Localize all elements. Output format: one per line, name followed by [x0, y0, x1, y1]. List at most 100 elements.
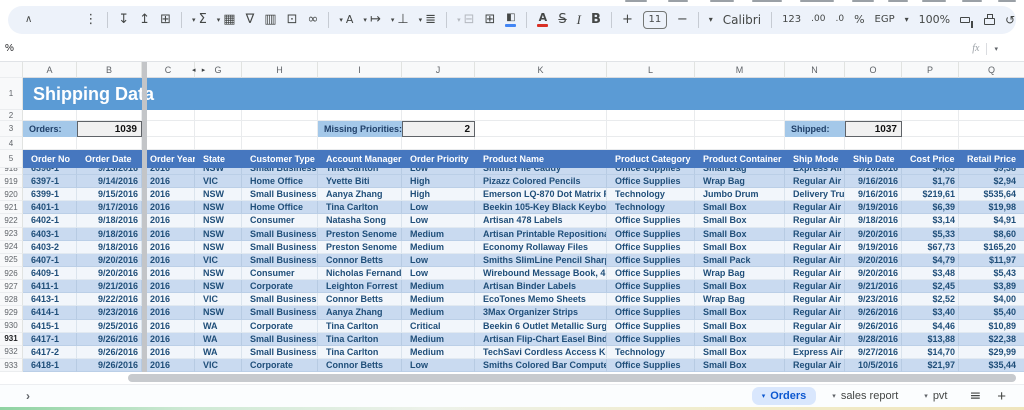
cell-O931[interactable]: 9/28/2016	[845, 332, 902, 346]
table-column-header-L[interactable]: Product Category	[607, 150, 695, 168]
cell-C933[interactable]: 2016	[142, 358, 195, 372]
row-number[interactable]: 921	[0, 201, 23, 215]
paint-format-button[interactable]	[960, 16, 974, 28]
cell-O4[interactable]	[845, 137, 902, 150]
cell-C2[interactable]	[142, 110, 195, 121]
cell-H926[interactable]: Consumer	[242, 266, 318, 281]
cell-M925[interactable]: Small Pack	[695, 253, 785, 267]
expand-panel-icon[interactable]: ›	[26, 389, 30, 403]
cell-P920[interactable]: $219,61	[902, 188, 959, 202]
cell-Q922[interactable]: $4,91	[959, 214, 1024, 228]
cell-M921[interactable]: Small Box	[695, 201, 785, 215]
cell-L923[interactable]: Office Supplies	[607, 227, 695, 241]
percent-format-button[interactable]: %	[854, 14, 864, 25]
cell-M923[interactable]: Small Box	[695, 227, 785, 241]
cell-A918[interactable]: 6396-1	[23, 168, 77, 175]
cell-K921[interactable]: Beekin 105-Key Black Keyboard	[475, 201, 607, 215]
cell-L4[interactable]	[607, 137, 695, 150]
cell-M3[interactable]	[695, 121, 785, 137]
frozen-pane-divider[interactable]	[142, 62, 147, 372]
cell-N918[interactable]: Express Air	[785, 168, 845, 175]
cell-L925[interactable]: Office Supplies	[607, 253, 695, 267]
cell-Q918[interactable]: $9,38	[959, 168, 1024, 175]
cell-B4[interactable]	[77, 137, 142, 150]
column-header-Q[interactable]: Q	[959, 62, 1024, 78]
merge-table-button[interactable]: ⊞	[160, 13, 171, 26]
cell-M927[interactable]: Small Box	[695, 280, 785, 294]
bold-button[interactable]: B	[591, 13, 601, 26]
cell-K931[interactable]: Artisan Flip-Chart Easel Binder,	[475, 332, 607, 346]
cell-J921[interactable]: Low	[402, 201, 475, 215]
row-number[interactable]: 1	[0, 78, 23, 110]
horizontal-align-button[interactable]: ▾ ≣	[419, 13, 436, 26]
cell-O921[interactable]: 9/19/2016	[845, 201, 902, 215]
cell-M924[interactable]: Small Box	[695, 240, 785, 254]
cell-K922[interactable]: Artisan 478 Labels	[475, 214, 607, 228]
font-size-value[interactable]: 11	[642, 10, 667, 29]
cell-A925[interactable]: 6407-1	[23, 253, 77, 267]
cell-O927[interactable]: 9/21/2016	[845, 280, 902, 294]
cell-K932[interactable]: TechSavi Cordless Access Keyboa	[475, 345, 607, 359]
cell-G2[interactable]	[195, 110, 242, 121]
cell-H4[interactable]	[242, 137, 318, 150]
sheet-title-cell[interactable]: Shipping Data	[23, 78, 1024, 110]
cell-A923[interactable]: 6403-1	[23, 227, 77, 241]
table-column-header-B[interactable]: Order Date	[77, 150, 142, 168]
cell-N931[interactable]: Regular Air	[785, 332, 845, 346]
sheet-tab-menu-caret[interactable]: ▾	[924, 392, 928, 400]
cell-L3[interactable]	[607, 121, 695, 137]
cell-Q932[interactable]: $29,99	[959, 346, 1024, 359]
row-number[interactable]: 926	[0, 266, 23, 281]
cell-H922[interactable]: Consumer	[242, 214, 318, 228]
cell-I930[interactable]: Tina Carlton	[318, 319, 402, 333]
horizontal-scrollbar-thumb[interactable]	[128, 374, 1016, 382]
cell-I923[interactable]: Preston Senome	[318, 227, 402, 241]
toolbar-collapse-button[interactable]: ∧	[25, 14, 32, 25]
cell-I931[interactable]: Tina Carlton	[318, 332, 402, 346]
cell-K929[interactable]: 3Max Organizer Strips	[475, 306, 607, 320]
cell-G923[interactable]: NSW	[195, 227, 242, 241]
table-column-header-C[interactable]: Order Year	[142, 150, 195, 168]
decrease-decimal-button[interactable]: .00	[811, 15, 825, 24]
column-header-H[interactable]: H	[242, 62, 318, 78]
cell-A2[interactable]	[23, 110, 77, 121]
cell-B2[interactable]	[77, 110, 142, 121]
cell-C919[interactable]: 2016	[142, 175, 195, 189]
cell-Q4[interactable]	[959, 137, 1024, 150]
select-all-corner[interactable]	[0, 62, 23, 78]
cell-I927[interactable]: Leighton Forrest	[318, 280, 402, 294]
cell-G930[interactable]: WA	[195, 319, 242, 333]
cell-N4[interactable]	[785, 137, 845, 150]
cell-M928[interactable]: Wrap Bag	[695, 293, 785, 307]
cell-K919[interactable]: Pizazz Colored Pencils	[475, 175, 607, 189]
cell-J932[interactable]: Medium	[402, 345, 475, 359]
summary-value-O[interactable]: 1037	[845, 121, 902, 137]
cell-B922[interactable]: 9/18/2016	[77, 214, 142, 228]
cell-O930[interactable]: 9/26/2016	[845, 319, 902, 333]
cell-B924[interactable]: 9/18/2016	[77, 240, 142, 254]
cell-Q927[interactable]: $3,89	[959, 280, 1024, 294]
cell-G919[interactable]: VIC	[195, 175, 242, 189]
cell-P919[interactable]: $1,76	[902, 175, 959, 189]
table-menu-button[interactable]: ▾ ▦	[217, 13, 236, 26]
table-column-header-G[interactable]: State	[195, 150, 242, 168]
merge-cells-button-caret[interactable]: ▾	[457, 16, 461, 24]
table-column-header-P[interactable]: Cost Price	[902, 150, 959, 168]
cell-J919[interactable]: High	[402, 175, 475, 189]
font-color-menu-button[interactable]: ▾ A	[339, 14, 353, 25]
cell-B928[interactable]: 9/22/2016	[77, 293, 142, 307]
cell-Q928[interactable]: $4,00	[959, 293, 1024, 307]
cell-M920[interactable]: Jumbo Drum	[695, 188, 785, 202]
cell-M922[interactable]: Small Box	[695, 214, 785, 228]
cell-C4[interactable]	[142, 137, 195, 150]
cell-G922[interactable]: NSW	[195, 214, 242, 228]
cell-N930[interactable]: Regular Air	[785, 319, 845, 333]
font-family-selector[interactable]: Calibri	[723, 14, 761, 26]
row-number[interactable]: 4	[0, 137, 23, 150]
cell-O926[interactable]: 9/20/2016	[845, 266, 902, 281]
cell-K4[interactable]	[475, 137, 607, 150]
currency-format-button[interactable]: EGP	[875, 14, 895, 25]
text-color-button[interactable]: A	[537, 12, 549, 27]
vertical-align-button[interactable]: ▾ ⊥	[391, 13, 409, 26]
cell-Q924[interactable]: $165,20	[959, 241, 1024, 254]
